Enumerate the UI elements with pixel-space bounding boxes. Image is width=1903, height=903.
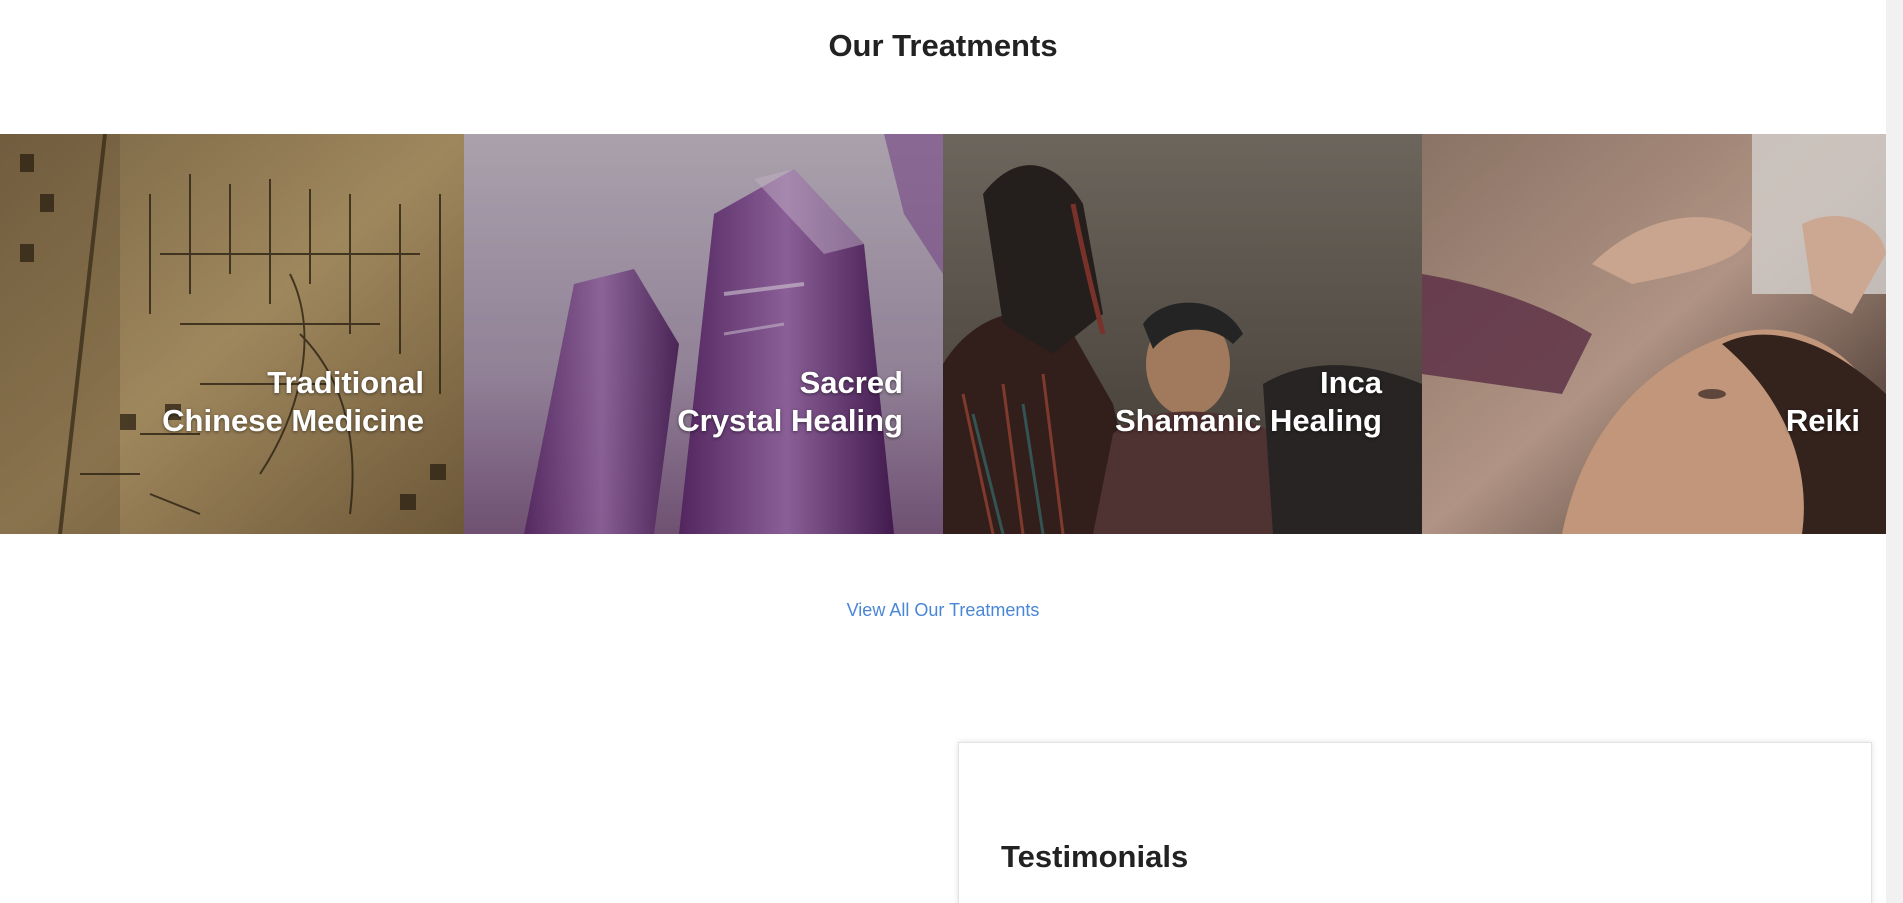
page-content: Our Treatments Traditional Chinese Medic… xyxy=(0,0,1886,903)
tile-label: Inca Shamanic Healing xyxy=(1115,364,1382,440)
tile-label-line2: Shamanic Healing xyxy=(1114,403,1382,438)
view-all-container: View All Our Treatments xyxy=(0,600,1886,621)
treatment-tile-crystal-healing[interactable]: Sacred Crystal Healing xyxy=(464,134,943,534)
tile-label: Traditional Chinese Medicine xyxy=(162,364,424,440)
tile-label-line1: Sacred xyxy=(799,365,903,400)
tile-label-line1: Traditional xyxy=(267,365,424,400)
tile-label-line2: Chinese Medicine xyxy=(162,403,424,438)
tile-label-line1: Inca xyxy=(1319,365,1382,400)
treatment-tiles: Traditional Chinese Medicine Sacred Crys… xyxy=(0,134,1886,534)
tile-label-line2: Reiki xyxy=(1785,403,1860,438)
tile-label: Reiki xyxy=(1786,402,1860,440)
shaman-ritual-image xyxy=(943,134,1422,534)
testimonials-card: Testimonials xyxy=(958,742,1872,903)
treatment-tile-chinese-medicine[interactable]: Traditional Chinese Medicine xyxy=(0,134,464,534)
tile-label-line2: Crystal Healing xyxy=(677,403,903,438)
tile-label: Sacred Crystal Healing xyxy=(677,364,903,440)
reiki-hands-image xyxy=(1422,134,1886,534)
treatment-tile-reiki[interactable]: Reiki xyxy=(1422,134,1886,534)
treatment-tile-shamanic-healing[interactable]: Inca Shamanic Healing xyxy=(943,134,1422,534)
section-title: Our Treatments xyxy=(828,28,1058,63)
chinese-medicine-book-image xyxy=(0,134,464,534)
amethyst-crystals-image xyxy=(464,134,943,534)
view-all-treatments-link[interactable]: View All Our Treatments xyxy=(847,600,1040,620)
page: Our Treatments Traditional Chinese Medic… xyxy=(0,0,1903,903)
scrollbar-thumb[interactable] xyxy=(1888,0,1901,903)
testimonials-title: Testimonials xyxy=(1001,839,1189,874)
vertical-scrollbar[interactable] xyxy=(1886,0,1903,903)
